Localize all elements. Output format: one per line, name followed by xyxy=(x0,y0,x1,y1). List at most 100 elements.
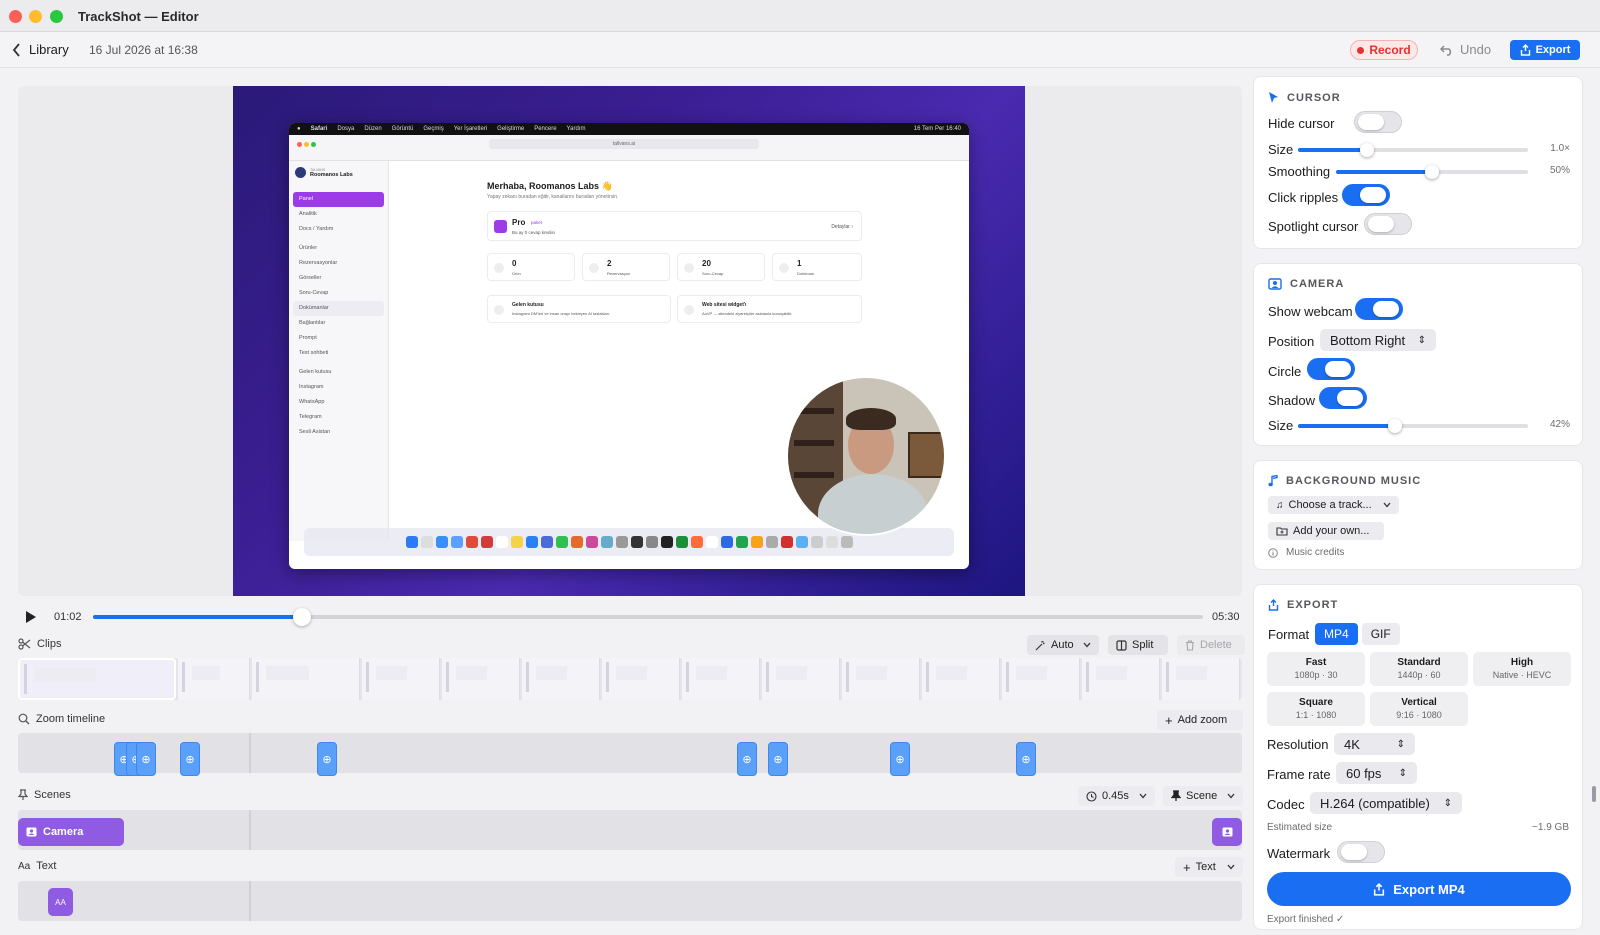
show-webcam-toggle[interactable] xyxy=(1355,298,1403,320)
cursor-arrow-icon xyxy=(1269,92,1278,103)
text-glyph-icon: Aa xyxy=(18,860,31,872)
preset-name: Fast xyxy=(1305,657,1327,668)
timeline-playhead xyxy=(249,733,251,773)
clip-thumbnail[interactable] xyxy=(18,658,176,700)
recorded-stat-card: 2 Rezervasyon xyxy=(582,253,670,281)
add-text-label: Text xyxy=(1195,861,1216,873)
clip-thumbnail[interactable] xyxy=(442,658,520,700)
zoom-segment[interactable]: ⊕ xyxy=(768,742,788,776)
recorded-sidebar-item: Docs / Yardım xyxy=(299,226,334,232)
plan-name: Pro xyxy=(512,218,526,227)
spotlight-cursor-label: Spotlight cursor xyxy=(1268,219,1359,234)
zoom-window-button[interactable] xyxy=(50,10,63,23)
spotlight-cursor-toggle[interactable] xyxy=(1364,213,1412,235)
shadow-toggle[interactable] xyxy=(1319,387,1367,409)
recorded-sidebar-item: Rezervasyonlar xyxy=(299,260,338,266)
close-window-button[interactable] xyxy=(9,10,22,23)
webcam-icon xyxy=(1268,278,1282,290)
zoom-segment[interactable]: ⊕ xyxy=(180,742,200,776)
video-preview[interactable]: ● Safari Dosya Düzen Görüntü Geçmiş Yer … xyxy=(233,86,1025,596)
watermark-label: Watermark xyxy=(1267,846,1331,861)
clip-thumbnail[interactable] xyxy=(362,658,440,700)
widget-icon xyxy=(684,305,694,315)
split-button[interactable]: Split xyxy=(1108,635,1168,655)
minimize-window-button[interactable] xyxy=(29,10,42,23)
preset-square[interactable]: Square 1:1 · 1080 xyxy=(1267,692,1365,726)
camera-scene-end-clip[interactable] xyxy=(1212,818,1242,846)
record-button[interactable]: Record xyxy=(1350,40,1418,60)
format-segmented-control[interactable]: MP4 GIF xyxy=(1315,623,1400,645)
menubar-item: Pencere xyxy=(534,126,557,132)
webcam-overlay[interactable] xyxy=(786,376,946,536)
click-ripples-toggle[interactable] xyxy=(1342,184,1390,206)
play-icon[interactable] xyxy=(24,610,38,624)
export-status: Export finished ✓ xyxy=(1267,914,1345,925)
preset-fast[interactable]: Fast 1080p · 30 xyxy=(1267,652,1365,686)
circle-toggle[interactable] xyxy=(1307,358,1355,380)
clip-thumbnail[interactable] xyxy=(252,658,360,700)
export-top-button[interactable]: Export xyxy=(1510,40,1580,60)
sidebar-scrollbar[interactable] xyxy=(1592,786,1596,802)
chevron-down-icon xyxy=(1083,642,1091,648)
zoom-lane[interactable] xyxy=(18,733,1242,773)
codec-select[interactable]: H.264 (compatible) ⇕ xyxy=(1310,792,1462,814)
preset-detail: 9:16 · 1080 xyxy=(1396,710,1442,720)
camera-scene-clip[interactable]: Camera xyxy=(18,818,124,846)
chevron-down-icon xyxy=(1227,864,1235,870)
zoom-segment[interactable]: ⊕ xyxy=(317,742,337,776)
recorded-sidebar-item: Dokümanlar xyxy=(293,301,384,316)
stat-value: 20 xyxy=(702,259,711,268)
clip-thumbnail[interactable] xyxy=(522,658,600,700)
undo-button[interactable]: Undo xyxy=(1440,42,1491,57)
clip-thumbnail[interactable] xyxy=(682,658,760,700)
hide-cursor-toggle[interactable] xyxy=(1354,111,1402,133)
recorded-stat-card: 1 Doküman xyxy=(772,253,862,281)
clip-thumbnail[interactable] xyxy=(842,658,920,700)
music-credits-link[interactable]: Music credits xyxy=(1268,547,1344,558)
back-to-library-button[interactable]: Library xyxy=(12,42,69,57)
cursor-size-handle[interactable] xyxy=(1360,143,1374,157)
add-zoom-button[interactable]: + Add zoom xyxy=(1157,710,1243,730)
add-text-dropdown[interactable]: + Text xyxy=(1175,857,1243,877)
scene-duration-dropdown[interactable]: 0.45s xyxy=(1078,786,1155,806)
format-mp4-option[interactable]: MP4 xyxy=(1315,623,1358,645)
choose-track-dropdown[interactable]: ♫ Choose a track... xyxy=(1268,496,1399,514)
camera-icon xyxy=(1222,827,1232,837)
smoothing-handle[interactable] xyxy=(1425,165,1439,179)
export-mp4-button[interactable]: Export MP4 xyxy=(1267,872,1571,906)
scrubber-handle[interactable] xyxy=(292,608,311,626)
clips-header: Clips xyxy=(18,638,61,650)
framerate-select[interactable]: 60 fps ⇕ xyxy=(1336,762,1417,784)
format-gif-option[interactable]: GIF xyxy=(1361,623,1400,645)
camera-panel-header: CAMERA xyxy=(1268,278,1344,290)
plan-icon xyxy=(494,220,507,233)
position-select[interactable]: Bottom Right ⇕ xyxy=(1320,329,1436,351)
add-own-music-button[interactable]: Add your own... xyxy=(1268,522,1384,540)
preset-high[interactable]: High Native · HEVC xyxy=(1473,652,1571,686)
stat-value: 2 xyxy=(607,259,612,268)
zoom-segment[interactable]: ⊕ xyxy=(737,742,757,776)
zoom-segment[interactable]: ⊕ xyxy=(1016,742,1036,776)
clip-thumbnail[interactable] xyxy=(602,658,680,700)
zoom-segment[interactable]: ⊕ xyxy=(136,742,156,776)
resolution-select[interactable]: 4K ⇕ xyxy=(1334,733,1415,755)
clip-filmstrip[interactable] xyxy=(18,658,1242,700)
camera-size-handle[interactable] xyxy=(1387,419,1402,433)
add-scene-dropdown[interactable]: Scene xyxy=(1163,786,1243,806)
clip-thumbnail[interactable] xyxy=(762,658,840,700)
text-overlay-clip[interactable]: AA xyxy=(48,888,73,916)
watermark-toggle[interactable] xyxy=(1337,841,1385,863)
preset-vertical[interactable]: Vertical 9:16 · 1080 xyxy=(1370,692,1468,726)
auto-dropdown[interactable]: Auto xyxy=(1027,635,1099,655)
clip-thumbnail[interactable] xyxy=(1162,658,1240,700)
clip-thumbnail[interactable] xyxy=(1002,658,1080,700)
clip-thumbnail[interactable] xyxy=(1082,658,1160,700)
zoom-icon: ⊕ xyxy=(185,753,195,766)
clip-thumbnail[interactable] xyxy=(178,658,250,700)
delete-button[interactable]: Delete xyxy=(1177,635,1245,655)
preset-standard[interactable]: Standard 1440p · 60 xyxy=(1370,652,1468,686)
text-lane[interactable] xyxy=(18,881,1242,921)
zoom-segment[interactable]: ⊕ xyxy=(890,742,910,776)
scenes-lane[interactable] xyxy=(18,810,1242,850)
clip-thumbnail[interactable] xyxy=(922,658,1000,700)
